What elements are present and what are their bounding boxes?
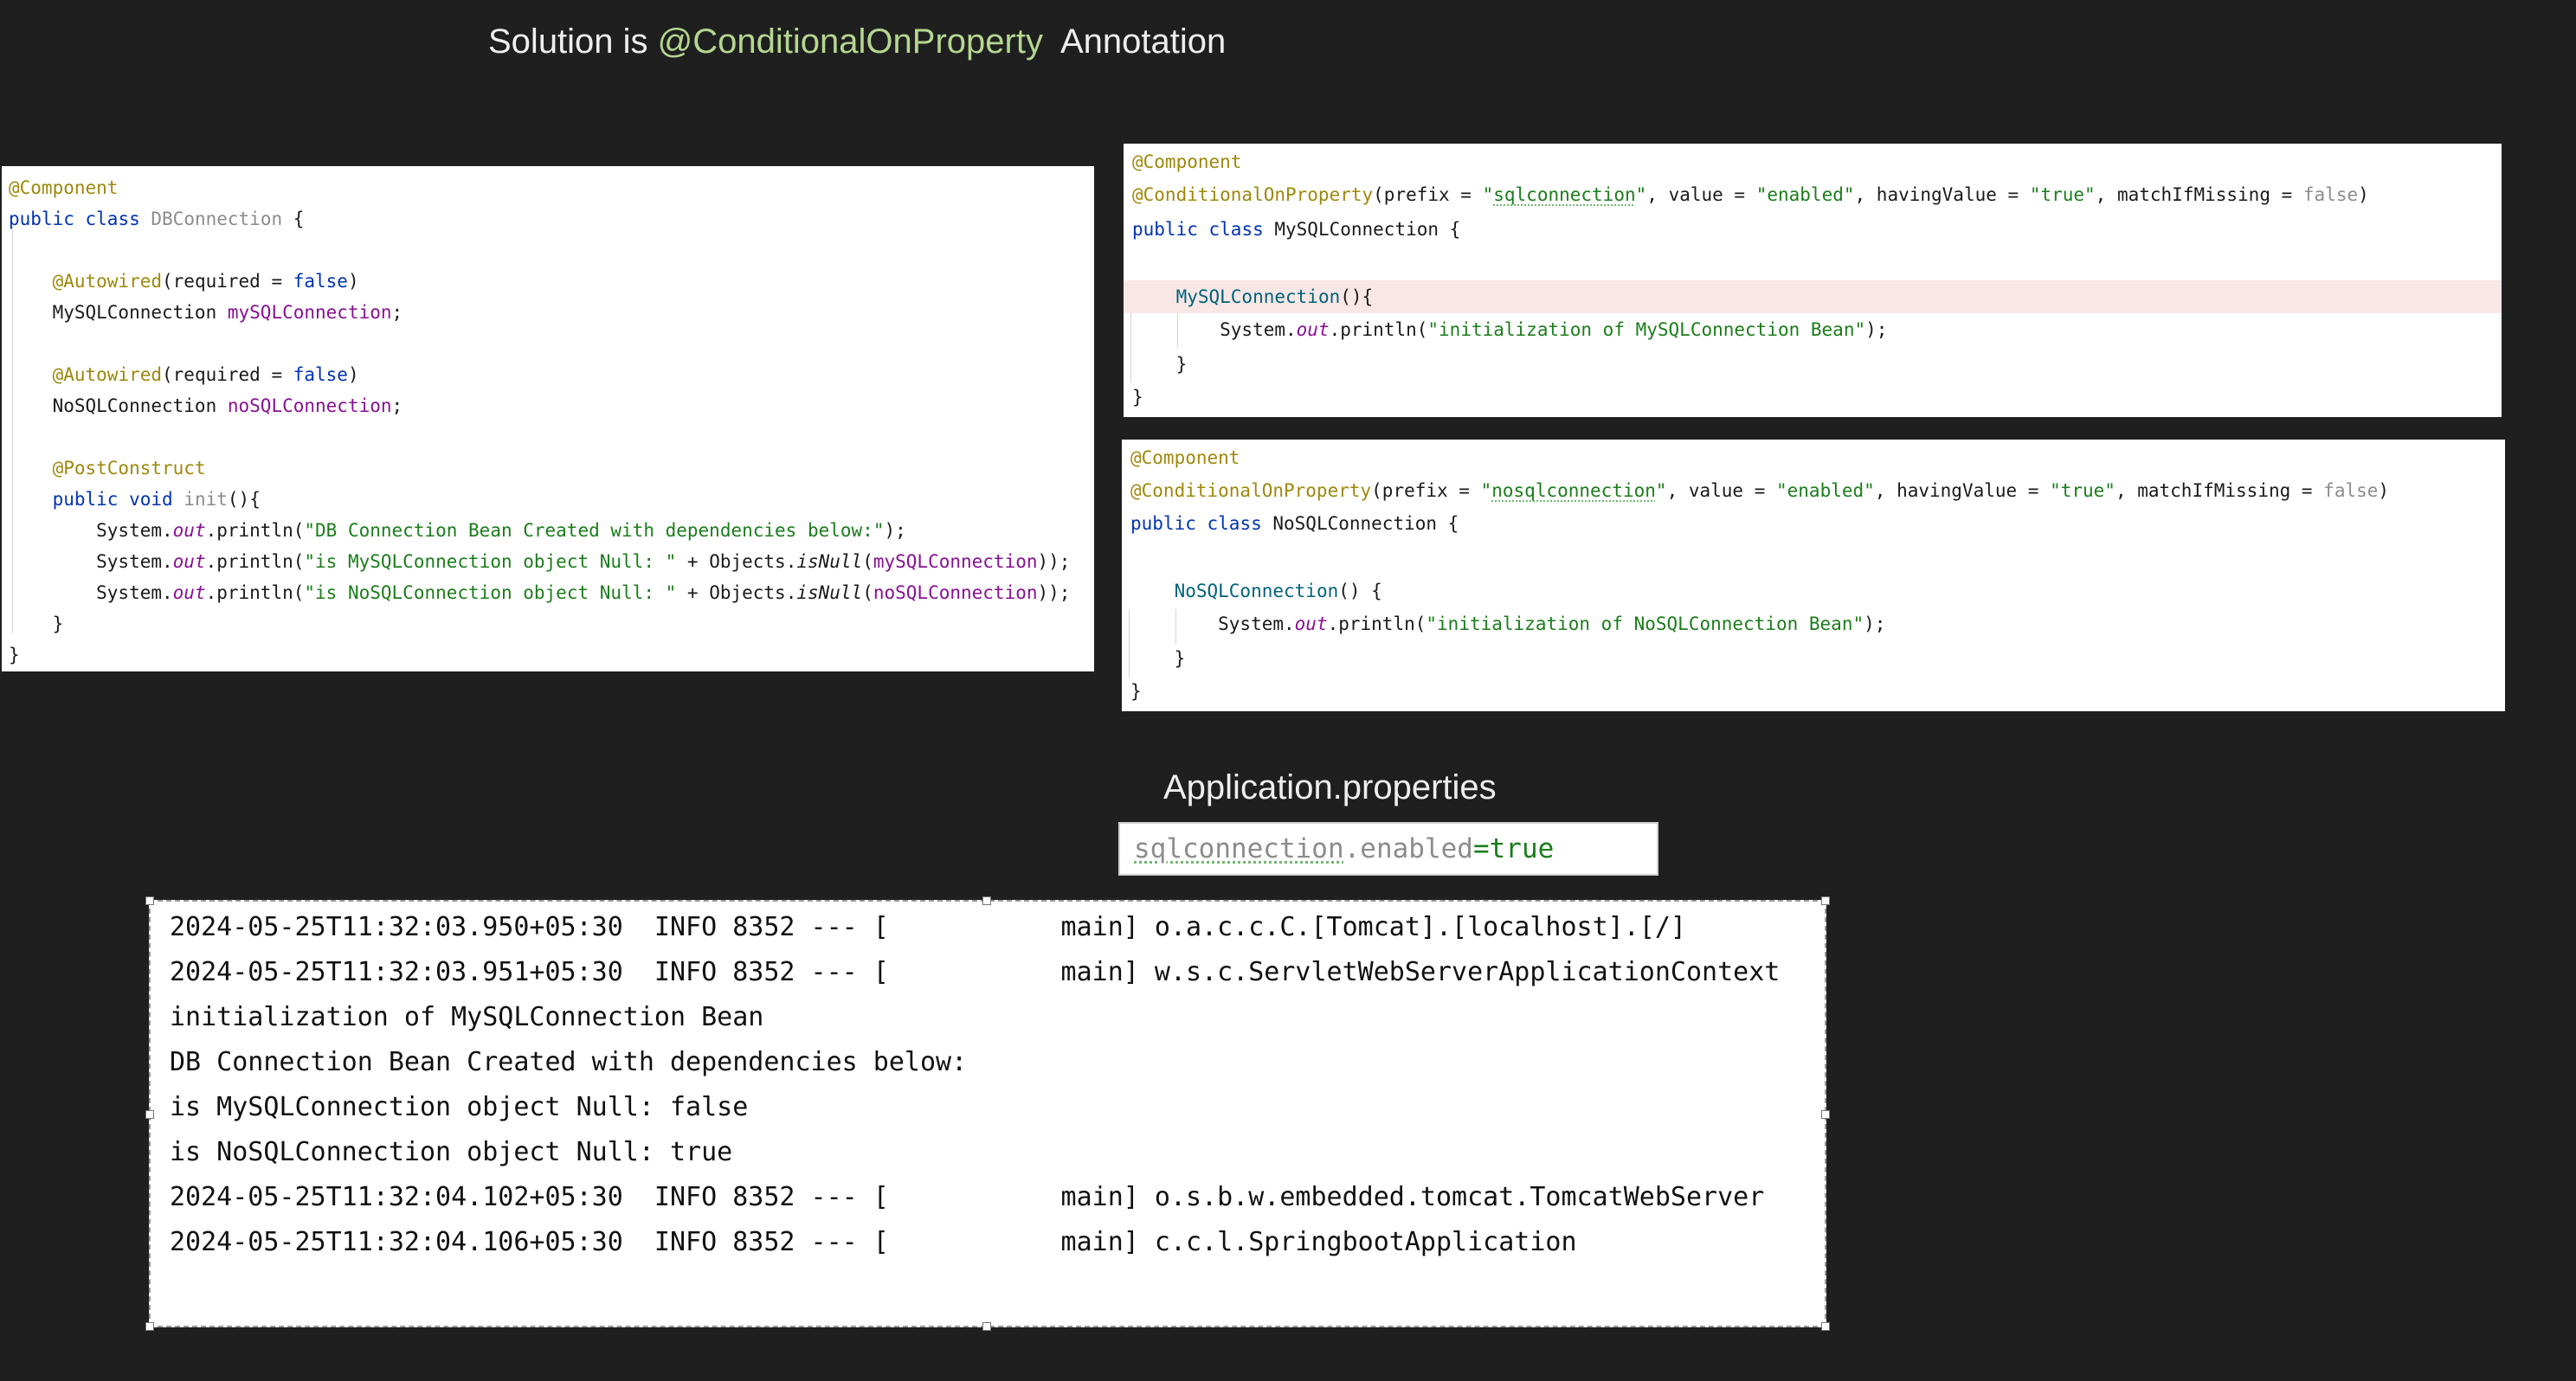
code-line: @Component: [9, 177, 119, 198]
console-line: is NoSQLConnection object Null: true: [170, 1137, 733, 1167]
properties-file-box: sqlconnection.enabled=true: [1118, 822, 1658, 876]
code-line: System.out.println("initialization of No…: [1130, 613, 1886, 634]
slide-title: Solution is @ConditionalOnProperty Annot…: [488, 16, 1226, 67]
console-line: 2024-05-25T11:32:03.951+05:30 INFO 8352 …: [170, 957, 1781, 987]
code-line: public class DBConnection {: [9, 209, 305, 229]
code-line: }: [9, 645, 20, 665]
title-prefix: Solution is: [488, 22, 658, 61]
code-line: }: [1132, 387, 1143, 408]
console-line: DB Connection Bean Created with dependen…: [170, 1047, 968, 1077]
resize-handle-top-right[interactable]: [1821, 896, 1830, 905]
resize-handle-bottom-left[interactable]: [145, 1322, 154, 1331]
resize-handle-bottom-right[interactable]: [1821, 1322, 1830, 1331]
code-line: }: [9, 613, 64, 634]
code-line: System.out.println("is MySQLConnection o…: [9, 551, 1071, 572]
console-output: 2024-05-25T11:32:03.950+05:30 INFO 8352 …: [145, 896, 1830, 1331]
code-line: }: [1130, 648, 1186, 669]
property-prefix: sqlconnection: [1134, 833, 1344, 864]
nosqlconnection-code-panel: @Component @ConditionalOnProperty(prefix…: [1122, 440, 2505, 711]
code-line: @Component: [1132, 151, 1242, 172]
console-line: 2024-05-25T11:32:04.102+05:30 INFO 8352 …: [170, 1182, 1765, 1212]
code-line: public class MySQLConnection {: [1132, 219, 1461, 240]
code-line: @ConditionalOnProperty(prefix = "sqlconn…: [1132, 184, 2369, 205]
resize-handle-top-center[interactable]: [982, 896, 991, 905]
code-line: @ConditionalOnProperty(prefix = "nosqlco…: [1130, 480, 2390, 501]
dbconnection-code-panel: @Component public class DBConnection { @…: [2, 166, 1094, 671]
property-key: .enabled: [1343, 833, 1473, 864]
indent-guide: [1130, 313, 1131, 382]
resize-handle-bottom-center[interactable]: [982, 1322, 991, 1331]
title-suffix: Annotation: [1042, 22, 1227, 61]
resize-handle-middle-left[interactable]: [145, 1110, 154, 1119]
console-line: 2024-05-25T11:32:03.950+05:30 INFO 8352 …: [170, 912, 1686, 942]
resize-handle-top-left[interactable]: [145, 896, 154, 905]
code-line: public class NoSQLConnection {: [1130, 513, 1459, 534]
property-value: true: [1489, 833, 1555, 864]
properties-title: Application.properties: [1163, 768, 1497, 806]
code-line: @PostConstruct: [52, 458, 206, 479]
code-line: @Autowired(required = false): [52, 271, 359, 292]
code-line: public void init(){: [52, 489, 261, 510]
code-line: NoSQLConnection() {: [1174, 581, 1382, 601]
indent-guide: [1129, 609, 1130, 678]
title-annotation: @ConditionalOnProperty: [657, 22, 1043, 61]
mysqlconnection-code-panel: @Component @ConditionalOnProperty(prefix…: [1124, 144, 2502, 417]
code-line: @Component: [1130, 447, 1240, 468]
code-line: MySQLConnection mySQLConnection;: [9, 302, 403, 323]
code-line: }: [1130, 681, 1142, 702]
code-line: @Autowired(required = false): [52, 364, 359, 385]
code-line: System.out.println("initialization of My…: [1132, 319, 1888, 340]
code-line: System.out.println("DB Connection Bean C…: [9, 520, 906, 541]
property-equals: =: [1472, 833, 1490, 864]
console-line: initialization of MySQLConnection Bean: [170, 1002, 764, 1032]
console-line: is MySQLConnection object Null: false: [170, 1092, 749, 1122]
console-line: 2024-05-25T11:32:04.106+05:30 INFO 8352 …: [170, 1227, 1577, 1257]
code-line: MySQLConnection(){: [1175, 286, 1374, 307]
resize-handle-middle-right[interactable]: [1821, 1110, 1830, 1119]
code-line: }: [1132, 354, 1188, 375]
code-line: NoSQLConnection noSQLConnection;: [9, 395, 403, 416]
code-line: System.out.println("is NoSQLConnection o…: [9, 582, 1071, 603]
